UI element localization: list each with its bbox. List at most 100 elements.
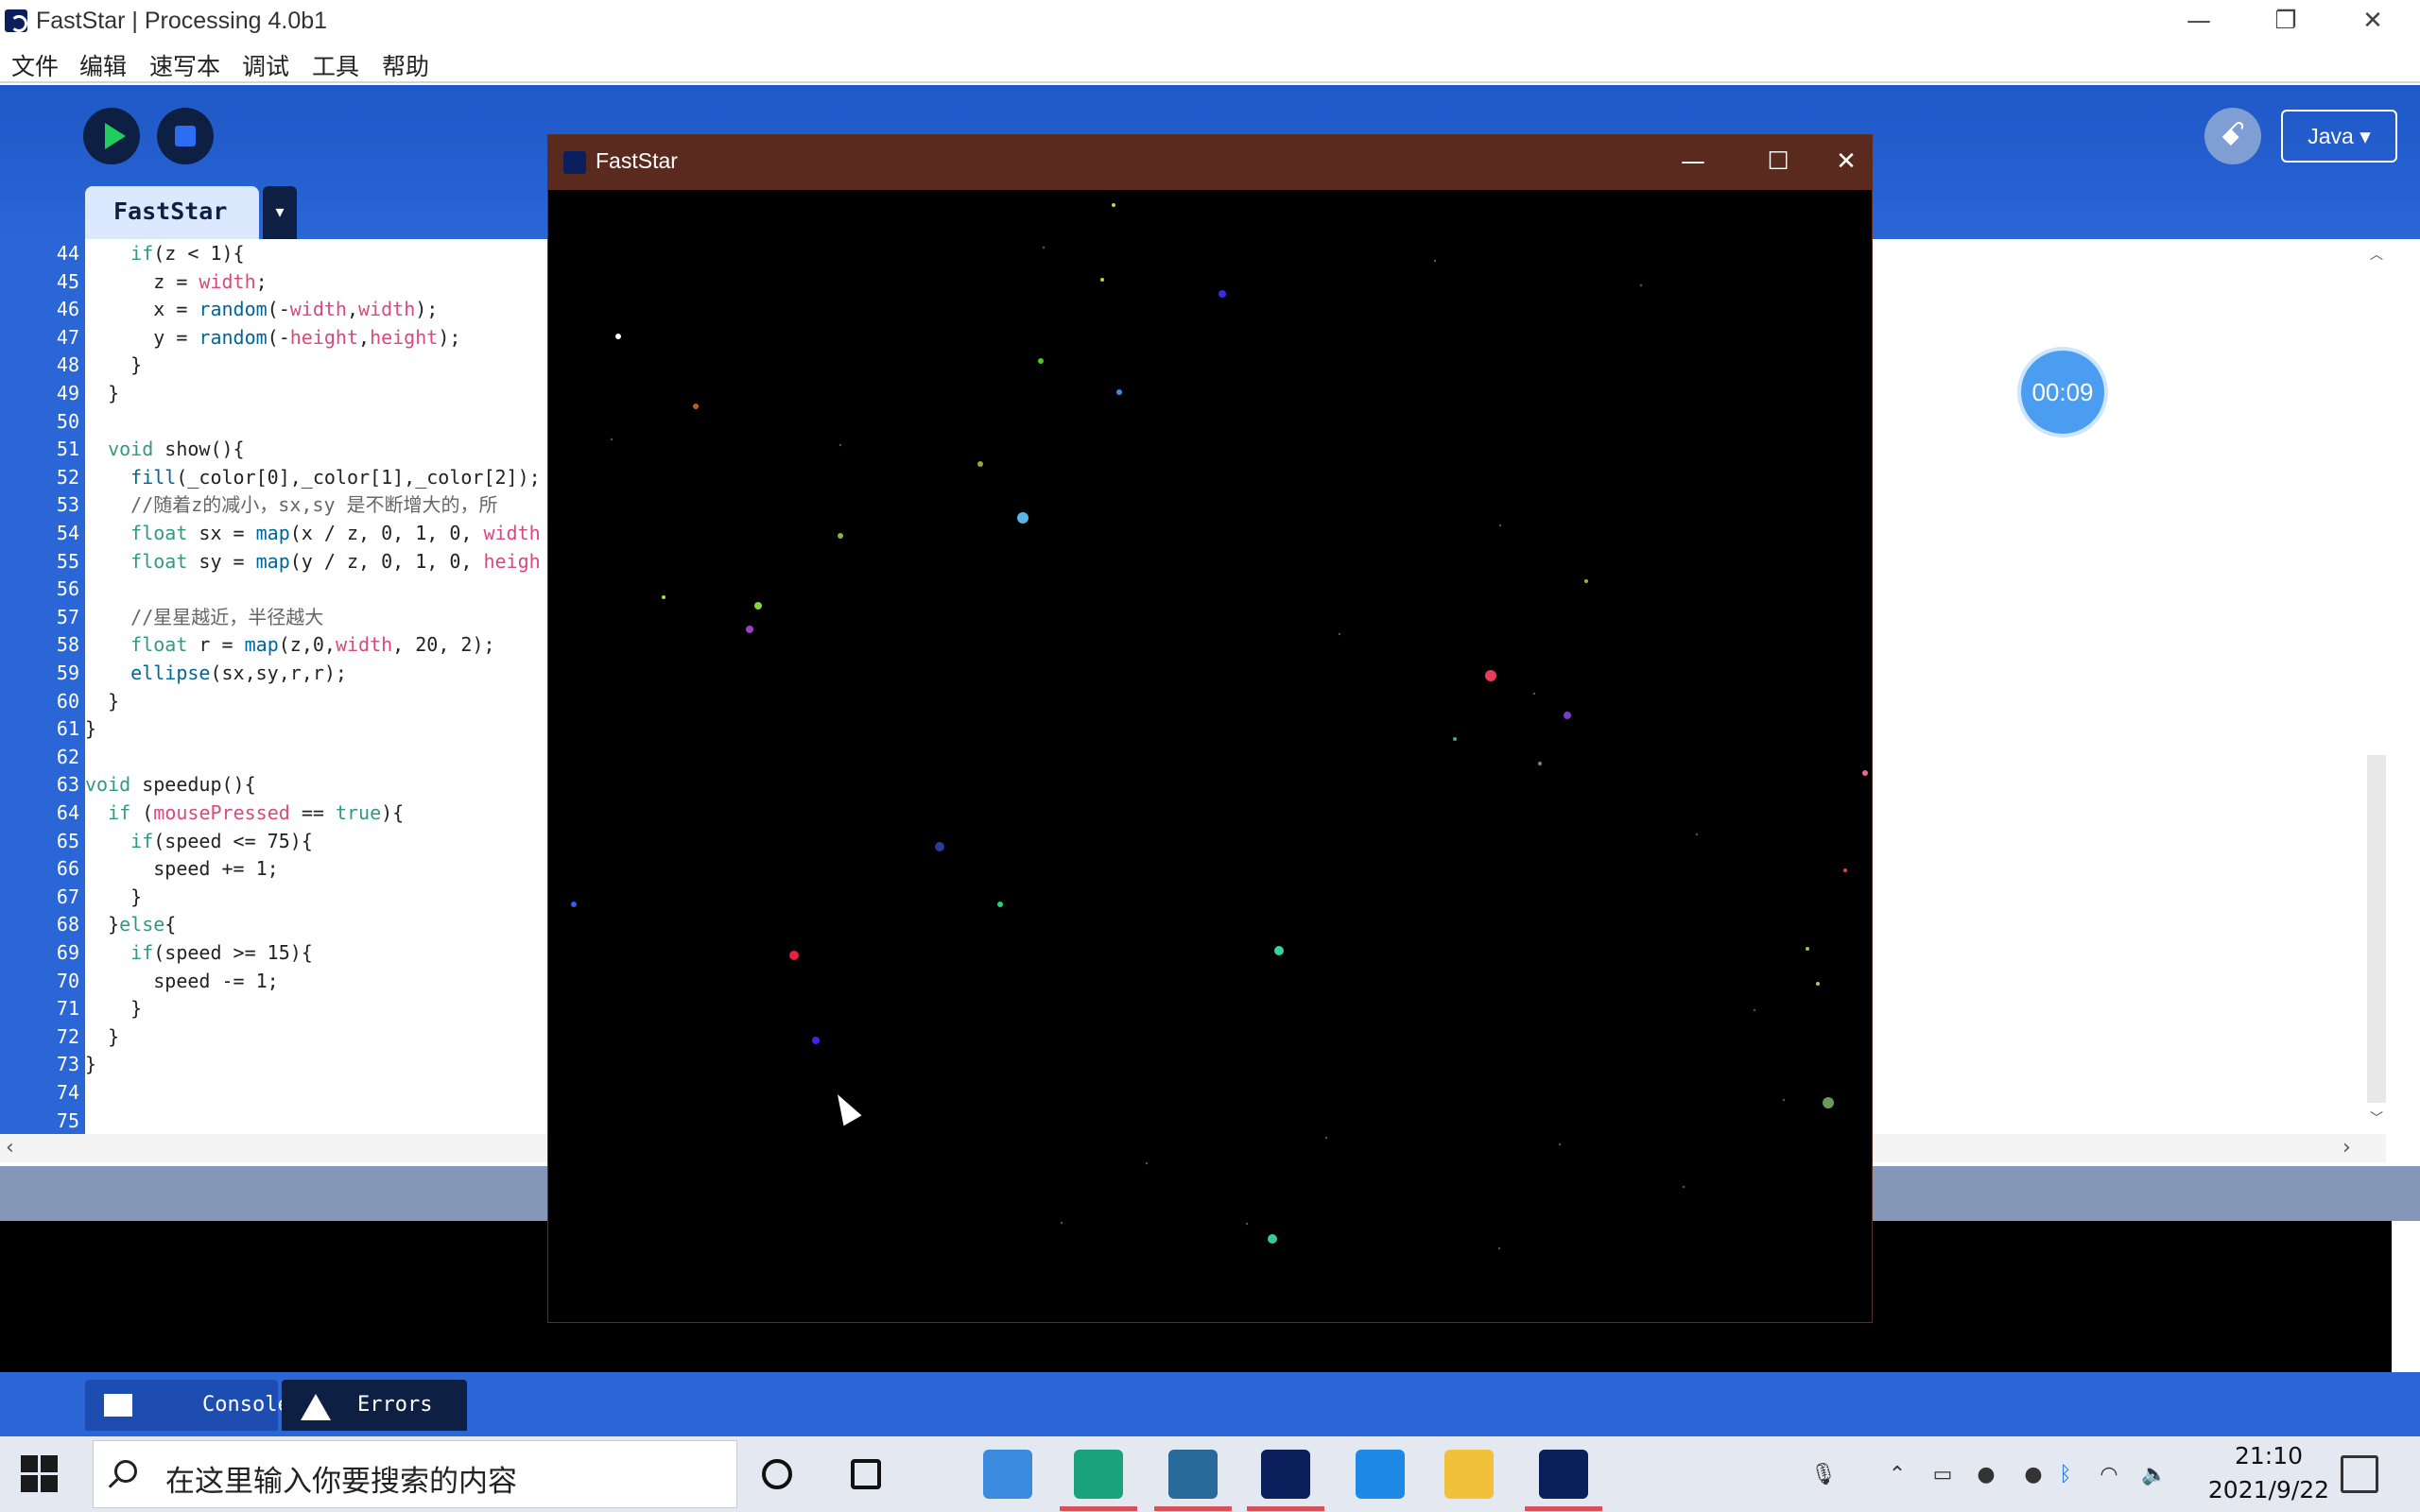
menu-debug[interactable]: 调试 [242,48,289,82]
close-button[interactable]: ✕ [2329,0,2416,43]
tab-errors[interactable]: Errors [282,1380,467,1431]
chevron-up-icon[interactable]: ⌃ [1883,1461,1911,1489]
edge-icon[interactable] [1074,1450,1123,1499]
mode-select[interactable]: Java ▾ [2281,110,2397,163]
scroll-right-icon[interactable]: › [2342,1136,2351,1160]
taskbar-search-box[interactable]: 在这里输入你要搜索的内容 [93,1440,737,1508]
sketch-minimize-button[interactable]: — [1651,135,1736,190]
star [693,404,699,409]
console-tab-bar: Console Errors [0,1372,2420,1436]
line-number: 55 [56,549,79,573]
code-line: x = random(-width,width); [85,298,439,321]
wifi-icon[interactable]: ◠ [2095,1461,2123,1489]
tab-console-label: Console [202,1393,290,1417]
star [812,1037,820,1044]
game-icon[interactable] [1168,1450,1218,1499]
battery-icon[interactable]: ▭ [1928,1461,1957,1489]
processing-app-icon [563,151,586,174]
star [1564,712,1571,719]
editor-vertical-scrollbar[interactable]: ︿ ﹀ [2367,239,2386,1134]
windows-start-icon[interactable] [21,1455,59,1493]
line-number: 69 [56,941,79,964]
line-number: 73 [56,1053,79,1076]
scroll-down-icon[interactable]: ﹀ [2367,1108,2386,1127]
menu-tools[interactable]: 工具 [312,48,359,82]
faint-star [610,438,614,441]
minimize-button[interactable]: — [2155,0,2242,43]
run-button[interactable] [83,108,140,164]
stop-button[interactable] [157,108,214,164]
sketch-maximize-button[interactable]: ☐ [1736,135,1821,190]
menu-help[interactable]: 帮助 [382,48,429,82]
line-number: 58 [56,633,79,657]
faint-star [838,443,842,447]
line-number: 45 [56,269,79,293]
qq-icon[interactable]: ● [2019,1461,2048,1489]
debugger-icon[interactable]: ꗃ [2204,108,2261,164]
sketch-close-button[interactable]: ✕ [1821,135,1872,190]
line-number: 65 [56,829,79,852]
code-line: } [85,885,143,908]
running-indicator [1060,1506,1137,1511]
wechat-icon[interactable]: ● [1972,1461,2000,1489]
line-number: 54 [56,522,79,544]
line-number: 71 [56,997,79,1021]
starfield-canvas[interactable] [548,190,1872,1322]
line-number: 62 [56,745,79,768]
faint-star [1532,692,1536,696]
menu-sketch[interactable]: 速写本 [149,48,220,82]
line-number: 70 [56,969,79,992]
star [662,595,666,599]
notification-icon[interactable] [2341,1455,2378,1493]
bluetooth-icon[interactable]: ᛒ [2051,1461,2080,1489]
code-line: fill(_color[0],_color[1],_color[2]); [130,465,541,489]
computer-icon[interactable] [983,1450,1032,1499]
recording-timer[interactable]: 00:09 [2017,347,2108,438]
tab-console[interactable]: Console [85,1380,290,1431]
faint-star [1433,259,1437,263]
code-line: } [85,717,97,741]
sketch-window: FastStar — ☐ ✕ [547,134,1873,1323]
star [789,951,799,960]
restore-button[interactable]: ❐ [2242,0,2329,43]
star [1806,947,1809,951]
scroll-left-icon[interactable]: ‹ [6,1136,14,1160]
faint-star [1695,833,1699,836]
code-line: float sy = map(y / z, 0, 1, 0, heigh [130,549,541,573]
tab-menu-button[interactable]: ▾ [263,186,297,239]
file-explorer-icon[interactable] [1444,1450,1494,1499]
tab-faststar[interactable]: FastStar [85,186,259,239]
star [1038,358,1044,364]
faint-star [1324,1136,1328,1140]
menu-edit[interactable]: 编辑 [79,48,127,82]
star [1017,512,1028,524]
sketch-window-title: FastStar [596,148,678,173]
warning-icon [301,1394,331,1420]
faint-star [1060,1221,1063,1225]
sketch-title-bar[interactable]: FastStar — ☐ ✕ [548,135,1872,190]
star [615,334,621,339]
phone-icon[interactable] [1356,1450,1405,1499]
processing-icon[interactable] [1261,1450,1310,1499]
volume-icon[interactable]: 🔈 [2140,1461,2169,1489]
line-number: 48 [56,353,79,377]
console-scrollbar[interactable] [2392,1221,2420,1372]
code-line: y = random(-height,height); [85,325,461,349]
clock-date[interactable]: 2021/9/22 [2186,1476,2352,1503]
running-indicator [1525,1506,1602,1511]
task-view-icon[interactable] [851,1459,881,1489]
scrollbar-thumb[interactable] [2367,755,2386,1103]
scroll-up-icon[interactable]: ︿ [2367,245,2386,264]
star [754,602,762,610]
clock-time[interactable]: 21:10 [2221,1442,2316,1469]
microphone-icon[interactable]: 🎙 [1809,1461,1838,1489]
processing-active-icon[interactable] [1539,1450,1588,1499]
window-title: FastStar | Processing 4.0b1 [36,8,328,34]
code-line: //星星越近，半径越大 [85,605,324,628]
code-line: } [85,1024,120,1048]
menu-file[interactable]: 文件 [11,48,59,82]
faint-star [1558,1143,1562,1146]
terminal-icon [104,1394,132,1417]
star [935,842,944,851]
cortana-icon[interactable] [762,1459,792,1489]
